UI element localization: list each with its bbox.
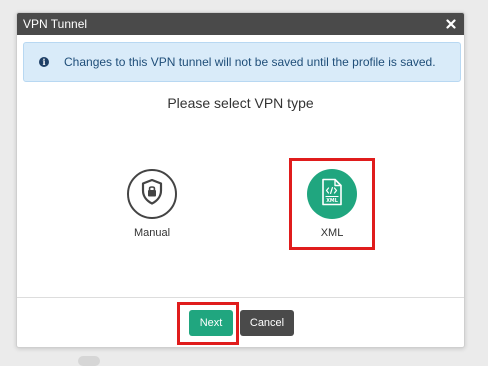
xml-file-icon: XML [321,178,343,211]
dialog-titlebar: VPN Tunnel [17,13,464,35]
manual-icon-circle [127,169,177,219]
info-banner-text: Changes to this VPN tunnel will not be s… [64,55,436,69]
next-button[interactable]: Next [189,310,233,336]
vpn-type-xml-option[interactable]: XML XML [307,169,357,239]
dialog-title: VPN Tunnel [23,17,88,31]
vpn-tunnel-dialog: VPN Tunnel i Changes to this VPN tunnel … [16,12,465,348]
footer-divider [17,297,464,298]
vpn-type-manual-option[interactable]: Manual [127,169,177,239]
svg-text:XML: XML [326,197,338,203]
info-banner: i Changes to this VPN tunnel will not be… [23,42,461,82]
background-toggle-hint [78,356,100,366]
close-icon[interactable] [444,17,458,31]
xml-icon-circle: XML [307,169,357,219]
page-heading: Please select VPN type [167,95,314,111]
cancel-button[interactable]: Cancel [240,310,294,336]
xml-option-label: XML [320,227,344,239]
manual-option-label: Manual [133,227,171,239]
info-icon: i [39,57,49,67]
shield-lock-icon [141,178,163,210]
